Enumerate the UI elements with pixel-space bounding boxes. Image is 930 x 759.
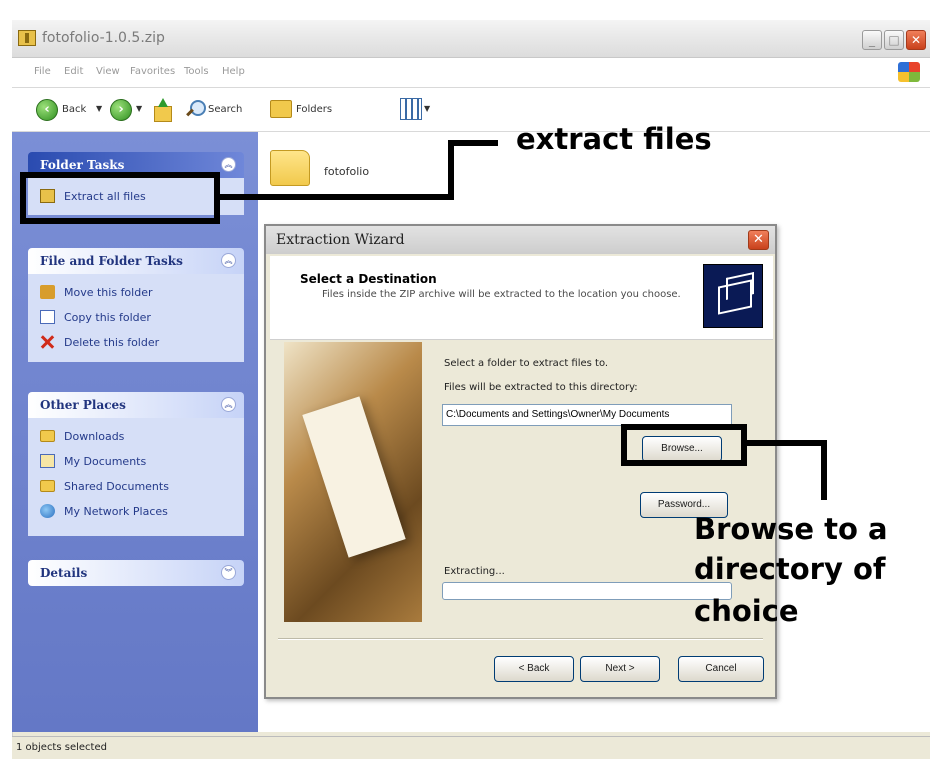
browse-annotation-line3: choice [694, 594, 799, 628]
menu-edit[interactable]: Edit [64, 66, 83, 77]
dialog-separator [278, 638, 763, 640]
wizard-folder-icon [703, 264, 763, 328]
minimize-button[interactable]: _ [862, 30, 882, 50]
forward-dropdown-icon[interactable]: ▼ [136, 104, 142, 113]
extracting-label: Extracting... [444, 566, 505, 577]
back-button[interactable]: < Back [494, 656, 574, 682]
place-shared-documents[interactable]: Shared Documents [40, 474, 244, 499]
folders-icon[interactable] [270, 100, 292, 118]
menu-view[interactable]: View [96, 66, 120, 77]
views-icon[interactable] [400, 98, 422, 120]
dialog-title-bar: Extraction Wizard ✕ [266, 226, 775, 254]
place-downloads[interactable]: Downloads [40, 424, 244, 449]
network-icon [40, 504, 55, 518]
collapse-icon[interactable]: ︽ [221, 157, 236, 172]
browse-callout-line [821, 440, 827, 500]
maximize-button[interactable]: □ [884, 30, 904, 50]
panel-title: File and Folder Tasks [40, 254, 183, 268]
other-places-header[interactable]: Other Places ︽ [28, 392, 244, 418]
views-dropdown-icon[interactable]: ▼ [424, 104, 430, 113]
zip-folder-icon [18, 30, 36, 46]
back-dropdown-icon[interactable]: ▼ [96, 104, 102, 113]
place-label: My Documents [64, 455, 147, 468]
browse-highlight-box [621, 424, 747, 466]
details-header[interactable]: Details ︾ [28, 560, 244, 586]
destination-directory-input[interactable]: C:\Documents and Settings\Owner\My Docum… [442, 404, 732, 426]
extract-highlight-box [20, 172, 220, 224]
menu-file[interactable]: File [34, 66, 51, 77]
step-title: Select a Destination [300, 272, 437, 286]
status-text: 1 objects selected [16, 742, 107, 753]
extract-callout-line [448, 140, 498, 146]
extract-files-annotation: extract files [516, 122, 712, 156]
step-subtitle: Files inside the ZIP archive will be ext… [322, 289, 681, 300]
task-delete-folder[interactable]: Delete this folder [40, 330, 244, 355]
folder-icon [40, 430, 55, 442]
back-arrow-icon[interactable]: ‹ [36, 99, 58, 121]
extraction-progress-bar [442, 582, 732, 600]
place-label: Downloads [64, 430, 125, 443]
collapse-icon[interactable]: ︽ [221, 253, 236, 268]
panel-title: Folder Tasks [40, 158, 125, 172]
title-bar: fotofolio-1.0.5.zip _ □ ✕ [12, 20, 930, 58]
window-title: fotofolio-1.0.5.zip [42, 30, 165, 46]
folder-icon [40, 480, 55, 492]
toolbar: ‹ Back ▼ › ▼ Search Folders ▼ [12, 88, 930, 132]
select-folder-label: Select a folder to extract files to. [444, 358, 609, 369]
search-icon[interactable] [184, 98, 206, 120]
dialog-header: Select a Destination Files inside the ZI… [270, 256, 773, 340]
folder-item-label[interactable]: fotofolio [324, 165, 369, 178]
forward-arrow-icon[interactable]: › [110, 99, 132, 121]
file-folder-tasks-panel: File and Folder Tasks ︽ Move this folder… [28, 248, 244, 362]
extract-callout-line [448, 140, 454, 200]
task-label: Move this folder [64, 286, 153, 299]
windows-logo-icon [898, 62, 920, 82]
back-button-label[interactable]: Back [62, 104, 86, 115]
task-copy-folder[interactable]: Copy this folder [40, 305, 244, 330]
menu-help[interactable]: Help [222, 66, 245, 77]
folder-icon[interactable] [270, 150, 310, 186]
copy-folder-icon [40, 310, 55, 324]
wizard-side-image [284, 342, 422, 622]
move-folder-icon [40, 285, 55, 299]
status-bar: 1 objects selected [12, 736, 930, 759]
task-label: Delete this folder [64, 336, 160, 349]
browse-annotation-line1: Browse to a [694, 512, 888, 546]
menu-bar: File Edit View Favorites Tools Help [12, 58, 930, 88]
delete-icon [40, 335, 54, 349]
panel-title: Details [40, 566, 88, 580]
browse-callout-line [747, 440, 827, 446]
dialog-close-button[interactable]: ✕ [748, 230, 769, 250]
dialog-title: Extraction Wizard [276, 232, 405, 248]
directory-label: Files will be extracted to this director… [444, 382, 638, 393]
other-places-panel: Other Places ︽ Downloads My Documents Sh… [28, 392, 244, 536]
folders-button-label[interactable]: Folders [296, 104, 332, 115]
extract-callout-line [220, 194, 450, 200]
expand-icon[interactable]: ︾ [221, 565, 236, 580]
browse-annotation-line2: directory of [694, 552, 886, 586]
menu-tools[interactable]: Tools [184, 66, 209, 77]
panel-title: Other Places [40, 398, 126, 412]
place-my-documents[interactable]: My Documents [40, 449, 244, 474]
my-documents-icon [40, 454, 55, 468]
up-folder-icon[interactable] [152, 98, 172, 122]
task-label: Copy this folder [64, 311, 151, 324]
place-my-network-places[interactable]: My Network Places [40, 499, 244, 524]
cancel-button[interactable]: Cancel [678, 656, 764, 682]
place-label: Shared Documents [64, 480, 169, 493]
place-label: My Network Places [64, 505, 168, 518]
task-move-folder[interactable]: Move this folder [40, 280, 244, 305]
search-button-label[interactable]: Search [208, 104, 242, 115]
collapse-icon[interactable]: ︽ [221, 397, 236, 412]
menu-favorites[interactable]: Favorites [130, 66, 175, 77]
file-folder-tasks-header[interactable]: File and Folder Tasks ︽ [28, 248, 244, 274]
close-button[interactable]: ✕ [906, 30, 926, 50]
details-panel: Details ︾ [28, 560, 244, 586]
next-button[interactable]: Next > [580, 656, 660, 682]
